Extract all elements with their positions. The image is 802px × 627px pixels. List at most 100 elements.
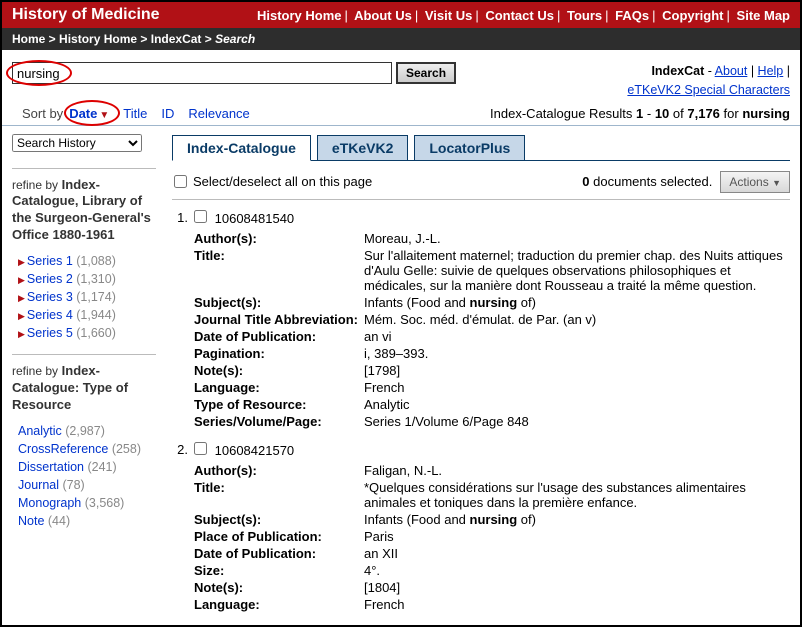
nav-tours[interactable]: Tours: [567, 8, 602, 23]
field-value: [1804]: [364, 580, 790, 595]
indexcat-label: IndexCat: [651, 64, 704, 78]
series-item[interactable]: ▶Series 1 (1,088): [12, 252, 156, 270]
field-label: Language:: [194, 380, 364, 395]
field-value: Mém. Soc. méd. d'émulat. de Par. (an v): [364, 312, 790, 327]
series-link[interactable]: Series 1: [27, 254, 73, 268]
type-item[interactable]: Note (44): [12, 512, 156, 530]
nav-copyright[interactable]: Copyright: [662, 8, 723, 23]
type-count: (3,568): [85, 496, 125, 510]
type-link[interactable]: Journal: [18, 478, 59, 492]
divider: [12, 354, 156, 355]
field-row: Place of Publication:Paris: [194, 528, 790, 545]
field-label: Author(s):: [194, 231, 364, 246]
series-link[interactable]: Series 3: [27, 290, 73, 304]
series-item[interactable]: ▶Series 4 (1,944): [12, 306, 156, 324]
type-link[interactable]: CrossReference: [18, 442, 108, 456]
type-link[interactable]: Monograph: [18, 496, 81, 510]
content: Search History refine by Index-Catalogue…: [2, 126, 800, 625]
series-item[interactable]: ▶Series 3 (1,174): [12, 288, 156, 306]
field-row: Language:French: [194, 596, 790, 613]
type-item[interactable]: Analytic (2,987): [12, 422, 156, 440]
field-value: an vi: [364, 329, 790, 344]
field-value: *Quelques considérations sur l'usage des…: [364, 480, 790, 510]
main: Index-Catalogue eTKeVK2 LocatorPlus Sele…: [162, 126, 800, 625]
triangle-right-icon: ▶: [18, 311, 27, 321]
type-item[interactable]: CrossReference (258): [12, 440, 156, 458]
series-count: (1,088): [76, 254, 116, 268]
type-item[interactable]: Dissertation (241): [12, 458, 156, 476]
search-history-select[interactable]: Search History: [12, 134, 142, 152]
sort-label: Sort by: [22, 106, 63, 121]
select-all-checkbox[interactable]: [174, 175, 187, 188]
record-checkbox[interactable]: [194, 210, 207, 223]
nav-history-home[interactable]: History Home: [257, 8, 342, 23]
series-link[interactable]: Series 2: [27, 272, 73, 286]
field-row: Author(s):Faligan, N.-L.: [194, 462, 790, 479]
types-list: Analytic (2,987)CrossReference (258)Diss…: [12, 420, 156, 530]
series-item[interactable]: ▶Series 5 (1,660): [12, 324, 156, 342]
refine-series-title: refine by Index-Catalogue, Library of th…: [12, 177, 156, 245]
type-link[interactable]: Dissertation: [18, 460, 84, 474]
field-value: Series 1/Volume 6/Page 848: [364, 414, 790, 429]
field-label: Title:: [194, 480, 364, 510]
sort-date[interactable]: Date▼: [69, 106, 109, 121]
triangle-right-icon: ▶: [18, 275, 27, 285]
actions-button[interactable]: Actions ▼: [720, 171, 790, 193]
special-chars-link[interactable]: eTKeVK2 Special Characters: [627, 83, 790, 97]
field-label: Type of Resource:: [194, 397, 364, 412]
sort-id[interactable]: ID: [161, 106, 174, 121]
field-value: Analytic: [364, 397, 790, 412]
nav-faqs[interactable]: FAQs: [615, 8, 649, 23]
help-link[interactable]: Help: [758, 64, 784, 78]
nav-contact-us[interactable]: Contact Us: [485, 8, 554, 23]
series-count: (1,310): [76, 272, 116, 286]
crumb-home[interactable]: Home: [12, 32, 45, 46]
type-item[interactable]: Journal (78): [12, 476, 156, 494]
crumb-history-home[interactable]: History Home: [59, 32, 137, 46]
type-count: (2,987): [65, 424, 105, 438]
field-row: Date of Publication:an vi: [194, 328, 790, 345]
sort-relevance[interactable]: Relevance: [188, 106, 249, 121]
nav-about-us[interactable]: About Us: [354, 8, 412, 23]
results-info: Index-Catalogue Results 1 - 10 of 7,176 …: [490, 106, 790, 121]
field-row: Journal Title Abbreviation:Mém. Soc. méd…: [194, 311, 790, 328]
search-right: IndexCat - About | Help | eTKeVK2 Specia…: [627, 62, 790, 100]
field-value: Faligan, N.-L.: [364, 463, 790, 478]
triangle-right-icon: ▶: [18, 293, 27, 303]
series-list: ▶Series 1 (1,088)▶Series 2 (1,310)▶Serie…: [12, 250, 156, 342]
topbar-nav: History Home| About Us| Visit Us| Contac…: [257, 8, 790, 23]
series-item[interactable]: ▶Series 2 (1,310): [12, 270, 156, 288]
type-count: (44): [48, 514, 70, 528]
crumb-indexcat[interactable]: IndexCat: [151, 32, 202, 46]
nav-visit-us[interactable]: Visit Us: [425, 8, 472, 23]
nav-site-map[interactable]: Site Map: [737, 8, 790, 23]
field-label: Note(s):: [194, 363, 364, 378]
series-link[interactable]: Series 4: [27, 308, 73, 322]
field-label: Subject(s):: [194, 295, 364, 310]
series-count: (1,660): [76, 326, 116, 340]
record-checkbox[interactable]: [194, 442, 207, 455]
search-left: Search: [12, 62, 456, 84]
type-count: (258): [112, 442, 141, 456]
field-label: Series/Volume/Page:: [194, 414, 364, 429]
field-value: Infants (Food and nursing of): [364, 295, 790, 310]
field-value: Infants (Food and nursing of): [364, 512, 790, 527]
search-button[interactable]: Search: [396, 62, 456, 84]
field-label: Title:: [194, 248, 364, 293]
field-value: 4°.: [364, 563, 790, 578]
series-link[interactable]: Series 5: [27, 326, 73, 340]
about-link[interactable]: About: [715, 64, 748, 78]
crumb-current: Search: [215, 32, 255, 46]
triangle-right-icon: ▶: [18, 257, 27, 267]
type-link[interactable]: Analytic: [18, 424, 62, 438]
field-label: Author(s):: [194, 463, 364, 478]
tab-index-catalogue[interactable]: Index-Catalogue: [172, 135, 311, 161]
chevron-down-icon: ▼: [97, 110, 109, 121]
record: 2. 10608421570Author(s):Faligan, N.-L.Ti…: [172, 432, 790, 615]
type-link[interactable]: Note: [18, 514, 44, 528]
search-input[interactable]: [12, 62, 392, 84]
tab-locatorplus[interactable]: LocatorPlus: [414, 135, 525, 161]
sort-title[interactable]: Title: [123, 106, 147, 121]
tab-etkevk2[interactable]: eTKeVK2: [317, 135, 408, 161]
type-item[interactable]: Monograph (3,568): [12, 494, 156, 512]
